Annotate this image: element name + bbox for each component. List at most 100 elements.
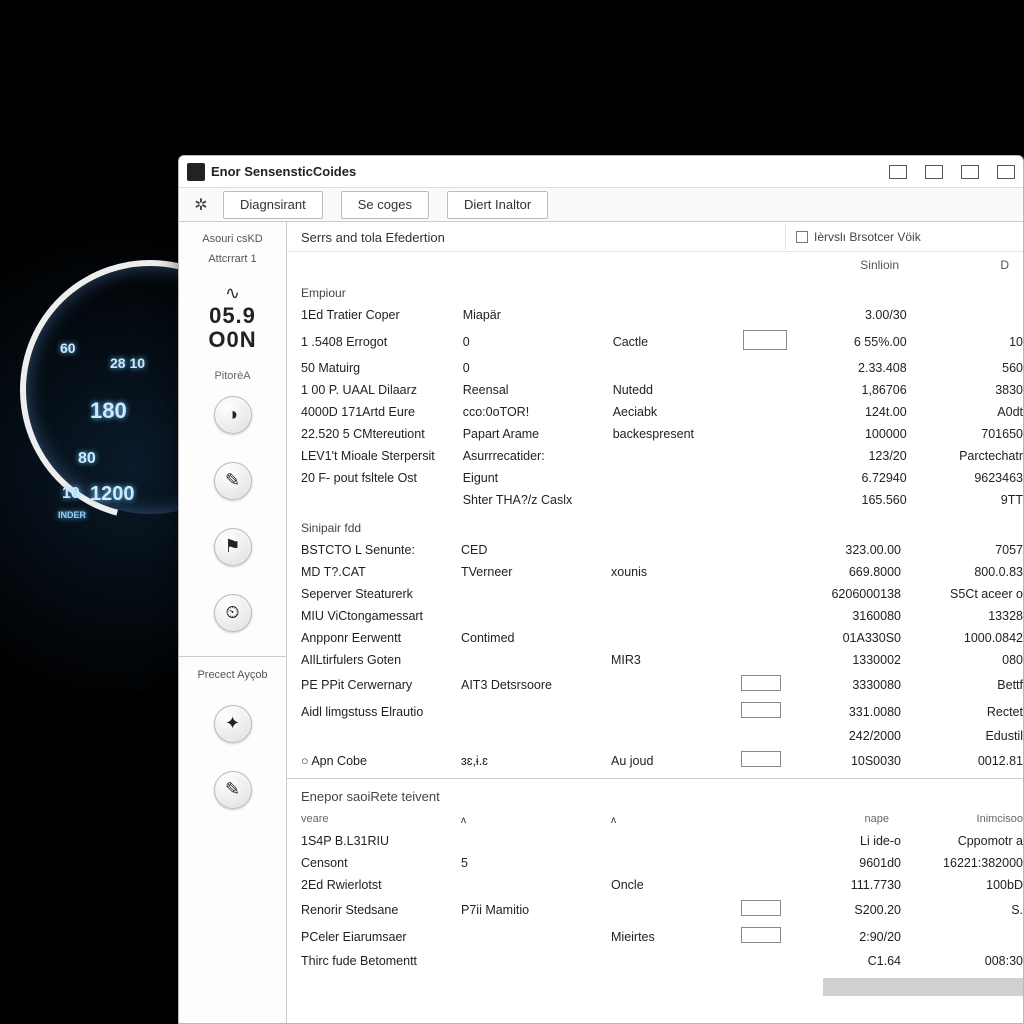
cell-num1: 242/2000 <box>795 725 915 747</box>
cell-name: PE PPit Cerwernary <box>287 671 447 698</box>
cell-name: Renorir Stedsane <box>287 896 447 923</box>
input-box[interactable] <box>741 751 781 767</box>
cell-name: 20 F- pout fsltele Ost <box>287 467 449 489</box>
input-box[interactable] <box>741 702 781 718</box>
globe-icon[interactable]: ✦ <box>214 705 252 743</box>
cell-num2: A0dt <box>921 401 1023 423</box>
header-right: Ièrvslı Brsotcer Vöik <box>785 224 1023 250</box>
table-row: Censont59601d016221:382000 <box>287 852 1023 874</box>
table-row: Renorir StedsaneP7ii MamitioS200.20S. <box>287 896 1023 923</box>
input-box[interactable] <box>743 330 787 350</box>
cell-val1 <box>447 950 597 972</box>
tab-diagnostics[interactable]: Diagnsirant <box>223 191 323 219</box>
cell-num1: C1.64 <box>795 950 915 972</box>
cell-val1: 0 <box>449 326 599 357</box>
maximize-icon[interactable] <box>961 165 979 179</box>
cell-val2 <box>597 583 727 605</box>
cell-num1: 01A330S0 <box>795 627 915 649</box>
cell-name: ○ Apn Cobe <box>287 747 447 774</box>
cell-num2: 0012.81 <box>915 747 1023 774</box>
cell-name: 4000D 171Artd Eure <box>287 401 449 423</box>
cell-num1: 124t.00 <box>801 401 921 423</box>
cell-box <box>729 467 801 489</box>
group2-label: Sinipair fdd <box>287 511 1023 539</box>
cell-box <box>729 423 801 445</box>
caret2-icon[interactable]: ʌ <box>611 815 616 826</box>
cell-box <box>729 304 801 326</box>
cell-name: AIlLtirfulers Goten <box>287 649 447 671</box>
cell-box <box>729 379 801 401</box>
table-row: MIU ViCtongamessart316008013328 <box>287 605 1023 627</box>
cell-name: BSTCTO L Senunte: <box>287 539 447 561</box>
table-row: Anpponr EerwenttContimed01A330S01000.084… <box>287 627 1023 649</box>
close-icon[interactable] <box>997 165 1015 179</box>
tab-codes[interactable]: Se coges <box>341 191 429 219</box>
cell-val2 <box>597 698 727 725</box>
table-row: PCeler EiarumsaerMieirtes2:90/20 <box>287 923 1023 950</box>
caret1-icon[interactable]: ʌ <box>461 815 466 826</box>
cell-num1: 111.7730 <box>795 874 915 896</box>
colhdr-1: Sinlioin <box>759 258 899 272</box>
gauge-1200: 1200 <box>90 483 135 506</box>
sidebar: Asouri csKD Attcrrart 1 ∿ 05.9 O0N Pitor… <box>179 222 287 1023</box>
sidebar-top2: Attcrrart 1 <box>208 252 256 266</box>
cell-val1 <box>447 874 597 896</box>
input-box[interactable] <box>741 900 781 916</box>
cell-val2: Nutedd <box>599 379 729 401</box>
cell-num1: 165.560 <box>801 489 921 511</box>
cell-num1: 123/20 <box>801 445 921 467</box>
table-row: 1 00 P. UAAL DilaarzReensalNutedd1,86706… <box>287 379 1023 401</box>
cell-val1: Miapär <box>449 304 599 326</box>
gauge-180: 180 <box>90 398 127 424</box>
flag-icon[interactable]: ⚑ <box>214 528 252 566</box>
cell-name: LEV1't Mioale Sterpersit <box>287 445 449 467</box>
cell-val1 <box>447 649 597 671</box>
cell-num2: 3830 <box>921 379 1023 401</box>
cell-name: Censont <box>287 852 447 874</box>
tool-icon[interactable]: ✎ <box>214 771 252 809</box>
cell-box <box>727 539 795 561</box>
table-row: ○ Apn Cobeɜɛ,ɨ.ɛAu joud10S00300012.81 <box>287 747 1023 774</box>
header-checkbox[interactable] <box>796 231 808 243</box>
group3-label: Enepor saoiRete teivent <box>287 779 1023 808</box>
gauge-10: 10 <box>62 485 80 503</box>
tab-data[interactable]: Diert Inaltor <box>447 191 548 219</box>
cell-name <box>287 489 449 511</box>
table-row: 4000D 171Artd Eurecco:0oTOR!Aeciabk124t.… <box>287 401 1023 423</box>
table-row: 242/2000Edustil <box>287 725 1023 747</box>
cell-name: Aidl limgstuss Elrautio <box>287 698 447 725</box>
table-row: AIlLtirfulers GotenMIR31330002080 <box>287 649 1023 671</box>
table-row: 2Ed RwierlotstOncle111.7730100bD <box>287 874 1023 896</box>
cell-num2: 7057 <box>915 539 1023 561</box>
gear-icon[interactable]: ✲ <box>187 191 215 219</box>
table-row: LEV1't Mioale SterpersitAsurrrecatider:1… <box>287 445 1023 467</box>
cell-num1: 3160080 <box>795 605 915 627</box>
cell-name: Thirc fude Betomentt <box>287 950 447 972</box>
cell-val2 <box>599 445 729 467</box>
engine-icon[interactable]: ◑ <box>214 396 252 434</box>
cell-num1: 1330002 <box>795 649 915 671</box>
cell-val2 <box>597 896 727 923</box>
cell-num2: Parctechatr <box>921 445 1023 467</box>
cell-val1: Eigunt <box>449 467 599 489</box>
cell-val1: P7ii Mamitio <box>447 896 597 923</box>
gauge-60: 60 <box>60 340 76 356</box>
gauge-80: 80 <box>78 450 96 468</box>
cell-num1: 1,86706 <box>801 379 921 401</box>
cell-val1: ɜɛ,ɨ.ɛ <box>447 747 597 774</box>
table-row: Thirc fude BetomenttC1.64008:30 <box>287 950 1023 972</box>
cell-num1: Li ide-o <box>795 830 915 852</box>
table-row: MD T?.CATTVerneerxounis669.8000800.0.83 <box>287 561 1023 583</box>
cell-num1: 6.72940 <box>801 467 921 489</box>
sidebar-divider <box>179 656 286 657</box>
wrench-icon[interactable]: ✎ <box>214 462 252 500</box>
g3-hdr-r2: Inimcisoo <box>977 813 1023 825</box>
cell-num1: 9601d0 <box>795 852 915 874</box>
gauge-icon[interactable]: ⏲ <box>214 594 252 632</box>
cell-val2 <box>597 852 727 874</box>
sidebar-reading1: 05.9 <box>209 304 256 328</box>
minimize-icon[interactable] <box>889 165 907 179</box>
input-box[interactable] <box>741 675 781 691</box>
minimize2-icon[interactable] <box>925 165 943 179</box>
input-box[interactable] <box>741 927 781 943</box>
